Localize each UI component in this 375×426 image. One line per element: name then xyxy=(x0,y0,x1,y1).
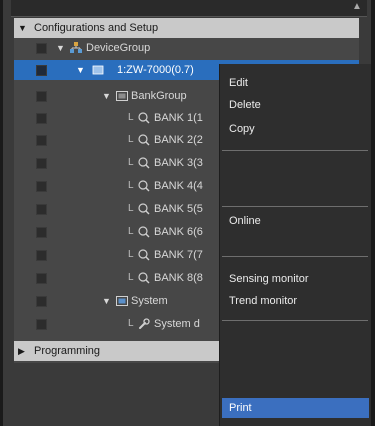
tree-line-icon: L xyxy=(128,157,134,168)
row-marker xyxy=(36,91,47,102)
row-marker xyxy=(36,250,47,261)
tree-item-label: System d xyxy=(154,318,200,330)
menu-item-delete[interactable]: Delete xyxy=(229,96,261,114)
tree-line-icon: L xyxy=(128,134,134,145)
tree-line-icon: L xyxy=(128,203,134,214)
menu-item-trend-monitor[interactable]: Trend monitor xyxy=(229,292,297,310)
tree-item-label: BANK 2(2 xyxy=(154,134,203,146)
bank-icon xyxy=(138,249,150,261)
row-marker xyxy=(36,113,47,124)
row-marker xyxy=(36,158,47,169)
bank-group-icon xyxy=(116,91,128,101)
bank-icon xyxy=(138,157,150,169)
expand-arrow-icon[interactable]: ▼ xyxy=(56,38,65,58)
row-marker xyxy=(36,181,47,192)
bank-icon xyxy=(138,180,150,192)
sensor-device-icon xyxy=(92,65,104,75)
bank-icon xyxy=(138,226,150,238)
row-marker xyxy=(36,296,47,307)
tree-line-icon: L xyxy=(128,226,134,237)
row-marker xyxy=(36,65,47,76)
menu-separator xyxy=(222,206,368,207)
menu-separator xyxy=(222,256,368,257)
tree-item-label: Programming xyxy=(34,345,101,357)
menu-item-sensing-monitor[interactable]: Sensing monitor xyxy=(229,270,309,288)
system-group-icon xyxy=(116,296,128,306)
tree-item-label: Configurations and Setup xyxy=(34,22,159,34)
tree-item-label: BANK 8(8 xyxy=(154,272,203,284)
collapse-arrow-icon[interactable]: ▶ xyxy=(18,341,25,361)
tree-item-label: 1:ZW-7000(0.7) xyxy=(117,64,194,76)
pin-icon[interactable]: ▲ xyxy=(351,2,363,12)
device-group-icon xyxy=(70,42,82,53)
menu-item-edit[interactable]: Edit xyxy=(229,74,248,92)
row-marker xyxy=(36,43,47,54)
tree-item-label: BANK 4(4 xyxy=(154,180,203,192)
menu-separator xyxy=(222,320,368,321)
expand-arrow-icon[interactable]: ▼ xyxy=(18,18,27,38)
tree-item-configurations[interactable]: ▼ Configurations and Setup xyxy=(14,18,359,38)
row-marker xyxy=(36,135,47,146)
bank-icon xyxy=(138,134,150,146)
row-marker xyxy=(36,204,47,215)
tree-item-label: DeviceGroup xyxy=(86,42,151,54)
row-marker xyxy=(36,319,47,330)
tree-item-label: BANK 3(3 xyxy=(154,157,203,169)
tree-item-label: BANK 1(1 xyxy=(154,112,203,124)
context-menu: Edit Delete Copy Online Sensing monitor … xyxy=(219,64,371,426)
tree-item-device-group[interactable]: ▼ DeviceGroup xyxy=(14,38,359,58)
row-marker xyxy=(36,227,47,238)
expand-arrow-icon[interactable]: ▼ xyxy=(102,291,111,311)
wrench-icon xyxy=(139,318,150,329)
menu-item-print[interactable]: Print xyxy=(222,398,369,418)
tree-item-label: BankGroup xyxy=(131,90,187,102)
tree-line-icon: L xyxy=(128,272,134,283)
menu-item-copy[interactable]: Copy xyxy=(229,120,255,138)
bank-icon xyxy=(138,203,150,215)
bank-icon xyxy=(138,112,150,124)
menu-item-online[interactable]: Online xyxy=(229,212,261,230)
panel-toolbar: ▲ xyxy=(11,0,367,17)
tree-line-icon: L xyxy=(128,249,134,260)
expand-arrow-icon[interactable]: ▼ xyxy=(76,60,85,80)
tree-line-icon: L xyxy=(128,112,134,123)
expand-arrow-icon[interactable]: ▼ xyxy=(102,86,111,106)
tree-line-icon: L xyxy=(128,180,134,191)
tree-line-icon: L xyxy=(128,318,134,329)
tree-item-label: BANK 7(7 xyxy=(154,249,203,261)
menu-separator xyxy=(222,150,368,151)
row-marker xyxy=(36,273,47,284)
tree-item-label: System xyxy=(131,295,168,307)
tree-item-label: BANK 6(6 xyxy=(154,226,203,238)
bank-icon xyxy=(138,272,150,284)
tree-item-label: BANK 5(5 xyxy=(154,203,203,215)
